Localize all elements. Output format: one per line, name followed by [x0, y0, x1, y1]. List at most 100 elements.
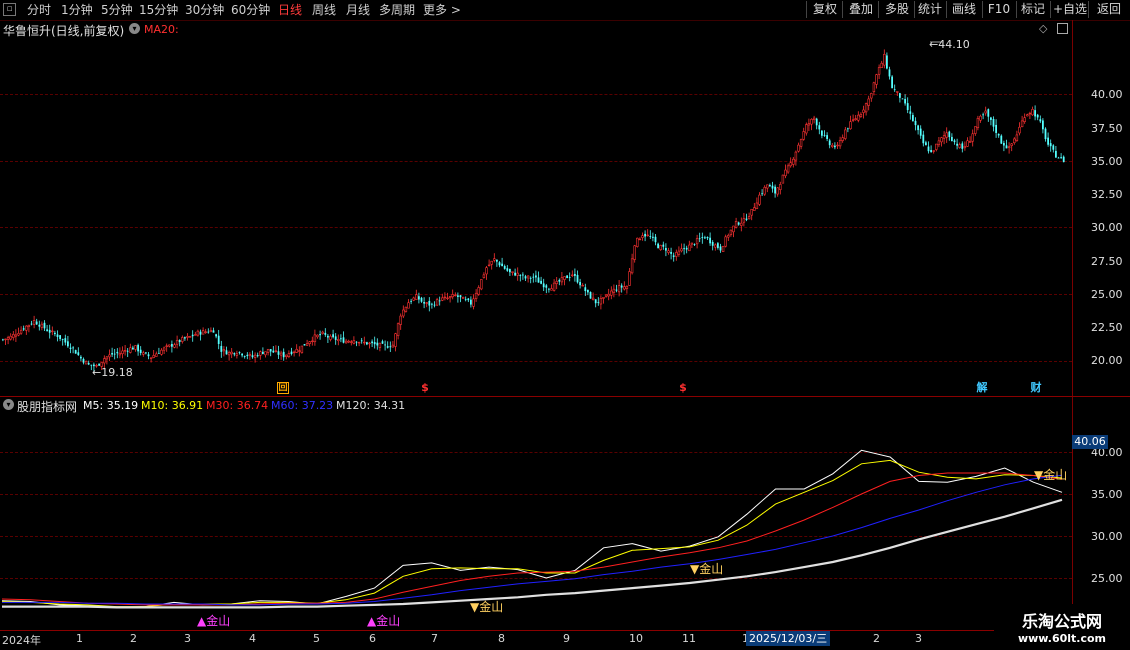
candle-body	[496, 259, 498, 262]
back-button[interactable]: 返回	[1088, 1, 1129, 18]
candle-body	[259, 351, 262, 356]
tab-fenshi[interactable]: 分时	[27, 1, 51, 19]
draw-line-button[interactable]: 画线	[946, 1, 981, 18]
event-marker-jie[interactable]: 解	[975, 382, 989, 394]
window-toggle-icon[interactable]	[1057, 23, 1068, 34]
event-marker-dividend[interactable]: $	[419, 382, 431, 394]
candle	[220, 340, 223, 358]
tab-monthly[interactable]: 月线	[346, 1, 370, 19]
candle-body	[665, 247, 667, 251]
candle	[113, 348, 116, 360]
candle-body	[834, 145, 836, 148]
tab-15min[interactable]: 15分钟	[139, 1, 178, 19]
x-tick-label: 11	[682, 632, 696, 645]
panel-divider[interactable]	[0, 396, 1130, 397]
indicator-menu-icon[interactable]: ▾	[3, 399, 14, 410]
candle	[680, 243, 683, 253]
candle	[256, 352, 259, 358]
overlay-button[interactable]: 叠加	[842, 1, 879, 18]
event-marker-cai[interactable]: 财	[1029, 382, 1043, 394]
candle	[774, 184, 776, 198]
candle-body	[344, 340, 348, 344]
candle-body	[243, 356, 246, 357]
candle	[371, 339, 373, 348]
x-tick-label: 2	[130, 632, 137, 645]
candle-body	[615, 289, 618, 291]
candle	[956, 138, 958, 150]
candle	[568, 272, 571, 282]
candle-body	[191, 334, 194, 337]
candle-body	[1007, 146, 1011, 149]
candle	[961, 141, 964, 153]
tab-5min[interactable]: 5分钟	[101, 1, 133, 19]
candle-body	[732, 225, 735, 233]
candle	[628, 268, 631, 286]
f10-button[interactable]: F10	[982, 1, 1015, 18]
candle-body	[948, 131, 951, 138]
diamond-icon[interactable]: ◇	[1039, 22, 1047, 35]
candle	[123, 345, 127, 356]
candle	[927, 141, 930, 154]
candle-body	[503, 265, 506, 269]
candle	[555, 276, 558, 290]
candle-body	[514, 272, 516, 276]
tab-1min[interactable]: 1分钟	[61, 1, 93, 19]
fuquan-button[interactable]: 复权	[806, 1, 843, 18]
candle-body	[886, 55, 888, 69]
candle	[857, 111, 860, 123]
candle-body	[870, 93, 873, 99]
mark-button[interactable]: 标记	[1016, 1, 1049, 18]
candle-body	[698, 238, 701, 240]
candle-body	[607, 293, 610, 297]
tab-daily[interactable]: 日线	[278, 1, 302, 19]
event-marker-dividend[interactable]: $	[677, 382, 689, 394]
multi-stock-button[interactable]: 多股	[878, 1, 915, 18]
candle-body	[776, 187, 779, 195]
candle	[942, 131, 946, 145]
x-tick-label: 7	[431, 632, 438, 645]
candle-body	[298, 350, 301, 352]
candle	[867, 95, 870, 111]
candle	[46, 324, 48, 332]
candlestick-chart[interactable]	[0, 36, 1072, 396]
candle-body	[828, 140, 831, 146]
indicator-chart[interactable]	[0, 410, 1072, 630]
candle	[750, 208, 753, 221]
candle	[142, 350, 145, 357]
stats-button[interactable]: 统计	[914, 1, 945, 18]
low-price-label: ←19.18	[92, 366, 133, 379]
menu-icon[interactable]: ▫	[3, 3, 16, 16]
candle	[734, 217, 738, 229]
candle-body	[581, 285, 584, 287]
candle-body	[376, 342, 379, 346]
tab-multi-period[interactable]: 多周期	[379, 1, 415, 19]
candle-body	[540, 280, 542, 284]
add-watchlist-button[interactable]: +自选	[1050, 1, 1089, 18]
price-label: 25.00	[1091, 288, 1123, 301]
candle-body	[201, 330, 205, 335]
tab-60min[interactable]: 60分钟	[231, 1, 270, 19]
candle-body	[990, 117, 992, 120]
candle-body	[974, 126, 977, 134]
candle	[1055, 145, 1057, 158]
candle	[215, 333, 217, 339]
candle-body	[995, 124, 997, 133]
candle	[493, 253, 496, 263]
event-marker-hui[interactable]: 回	[277, 382, 289, 394]
candle-body	[82, 358, 85, 363]
candle	[4, 338, 7, 345]
candle	[831, 142, 834, 149]
candle	[410, 298, 412, 305]
candle-body	[810, 118, 813, 125]
candle-body	[984, 110, 987, 114]
candle-body	[134, 345, 137, 350]
candle-body	[623, 286, 626, 290]
tab-30min[interactable]: 30分钟	[185, 1, 224, 19]
chevron-down-icon[interactable]: ▾	[129, 23, 140, 34]
candle	[886, 52, 888, 70]
tab-more[interactable]: 更多 >	[423, 1, 461, 19]
candle-body	[958, 144, 961, 148]
candle	[532, 273, 535, 283]
candle-body	[1049, 143, 1052, 147]
tab-weekly[interactable]: 周线	[312, 1, 336, 19]
